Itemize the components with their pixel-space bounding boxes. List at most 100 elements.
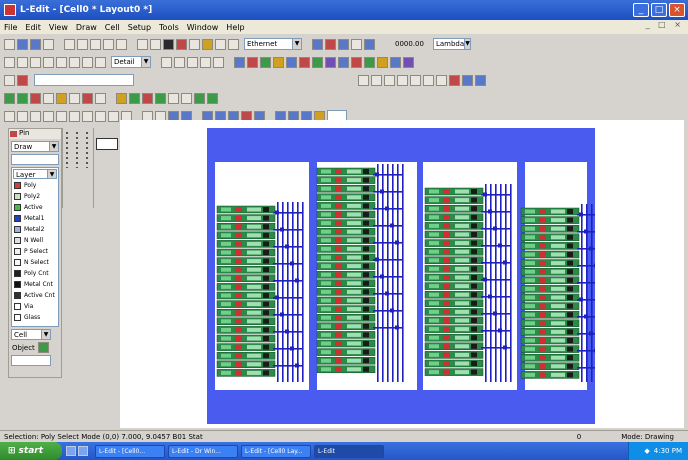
close-button[interactable]: ×: [669, 3, 685, 17]
view-g-icon[interactable]: [82, 110, 93, 122]
flip-h-icon[interactable]: [187, 56, 198, 68]
polygon-icon[interactable]: [30, 56, 41, 68]
flip-v-icon[interactable]: [200, 56, 211, 68]
port-icon[interactable]: [95, 56, 106, 68]
layer-b-icon[interactable]: [247, 56, 258, 68]
layer-palette-icon[interactable]: [312, 38, 323, 50]
cell-instance-icon[interactable]: [43, 92, 54, 104]
menu-window[interactable]: Window: [187, 23, 219, 32]
open-icon[interactable]: [17, 38, 28, 50]
node-b-icon[interactable]: [371, 74, 382, 86]
units-select[interactable]: Lambda ▼: [432, 38, 471, 50]
layer-item[interactable]: Metal2: [12, 224, 58, 235]
cell-open-icon[interactable]: [17, 92, 28, 104]
layer-item[interactable]: Poly: [12, 180, 58, 191]
layer-item[interactable]: Via: [12, 301, 58, 312]
desktop-icon[interactable]: [66, 446, 76, 456]
view-f-icon[interactable]: [69, 110, 80, 122]
marker-icon[interactable]: [17, 74, 28, 86]
view-i-icon[interactable]: [108, 110, 119, 122]
view-a-icon[interactable]: [4, 110, 15, 122]
cell-flatten-icon[interactable]: [69, 92, 80, 104]
node-a-icon[interactable]: [358, 74, 369, 86]
view-h-icon[interactable]: [95, 110, 106, 122]
node-h-icon[interactable]: [449, 74, 460, 86]
layer-c-icon[interactable]: [260, 56, 271, 68]
menu-file[interactable]: File: [4, 23, 17, 32]
node-i-icon[interactable]: [462, 74, 473, 86]
drc-icon[interactable]: [176, 38, 187, 50]
layer-item[interactable]: Metal1: [12, 213, 58, 224]
layer-l-icon[interactable]: [377, 56, 388, 68]
cell-g-icon[interactable]: [194, 92, 205, 104]
node-d-icon[interactable]: [397, 74, 408, 86]
object-icon[interactable]: [37, 342, 49, 353]
layer-i-icon[interactable]: [338, 56, 349, 68]
view-c-icon[interactable]: [30, 110, 41, 122]
tray-icon[interactable]: ◆: [644, 447, 649, 455]
fill-icon[interactable]: [325, 38, 336, 50]
layer-f-icon[interactable]: [299, 56, 310, 68]
cut-icon[interactable]: [64, 38, 75, 50]
print-icon[interactable]: [43, 38, 54, 50]
layout-drawing[interactable]: [207, 128, 595, 424]
help-icon[interactable]: [228, 38, 239, 50]
layer-item[interactable]: Glass: [12, 312, 58, 323]
menu-tools[interactable]: Tools: [159, 23, 179, 32]
outline-icon[interactable]: [338, 38, 349, 50]
taskbar-item[interactable]: L-Edit - Dr Win...: [168, 444, 238, 458]
view-d-icon[interactable]: [43, 110, 54, 122]
layer-filter-field[interactable]: [11, 154, 59, 165]
cell-a-icon[interactable]: [116, 92, 127, 104]
menu-help[interactable]: Help: [226, 23, 244, 32]
menu-view[interactable]: View: [49, 23, 68, 32]
layer-h-icon[interactable]: [325, 56, 336, 68]
layer-item[interactable]: Active: [12, 202, 58, 213]
rotate-icon[interactable]: [174, 56, 185, 68]
menu-cell[interactable]: Cell: [105, 23, 120, 32]
zoom-out-icon[interactable]: [150, 38, 161, 50]
cell-push-icon[interactable]: [82, 92, 93, 104]
style-select[interactable]: Detail ▼: [111, 56, 151, 68]
cell-d-icon[interactable]: [155, 92, 166, 104]
box-icon[interactable]: [17, 56, 28, 68]
extract-icon[interactable]: [189, 38, 200, 50]
menu-setup[interactable]: Setup: [128, 23, 151, 32]
node-g-icon[interactable]: [436, 74, 447, 86]
layer-item[interactable]: Poly Cnt: [12, 268, 58, 279]
cell-e-icon[interactable]: [168, 92, 179, 104]
layer-e-icon[interactable]: [286, 56, 297, 68]
mdi-controls[interactable]: _ □ ×: [646, 20, 684, 29]
select-icon[interactable]: [4, 56, 15, 68]
taskbar-item-active[interactable]: L-Edit: [314, 444, 384, 458]
torus-icon[interactable]: [82, 56, 93, 68]
undo-icon[interactable]: [103, 38, 114, 50]
paste-icon[interactable]: [90, 38, 101, 50]
grid-icon[interactable]: [351, 38, 362, 50]
node-j-icon[interactable]: [475, 74, 486, 86]
node-f-icon[interactable]: [423, 74, 434, 86]
layer-item[interactable]: Active Cnt: [12, 290, 58, 301]
copy-icon[interactable]: [77, 38, 88, 50]
minimize-button[interactable]: _: [633, 3, 649, 17]
merge-icon[interactable]: [213, 56, 224, 68]
object-field[interactable]: [11, 355, 51, 366]
cell-new-icon[interactable]: [4, 92, 15, 104]
layer-select[interactable]: Ethernet ▼: [244, 38, 302, 50]
layer-n-icon[interactable]: [403, 56, 414, 68]
cell-copy-icon[interactable]: [30, 92, 41, 104]
node-c-icon[interactable]: [384, 74, 395, 86]
circle-icon[interactable]: [56, 56, 67, 68]
layer-m-icon[interactable]: [390, 56, 401, 68]
taskbar-item[interactable]: L-Edit - [Cell0...: [95, 444, 165, 458]
cell-select[interactable]: Cell ▼: [11, 329, 51, 340]
cross-section-icon[interactable]: [215, 38, 226, 50]
ruler-icon[interactable]: [161, 56, 172, 68]
cell-f-icon[interactable]: [181, 92, 192, 104]
layer-item[interactable]: N Select: [12, 257, 58, 268]
cell-b-icon[interactable]: [129, 92, 140, 104]
lvs-icon[interactable]: [202, 38, 213, 50]
overview-thumbnail[interactable]: [96, 138, 118, 150]
layer-j-icon[interactable]: [351, 56, 362, 68]
menu-edit[interactable]: Edit: [25, 23, 41, 32]
